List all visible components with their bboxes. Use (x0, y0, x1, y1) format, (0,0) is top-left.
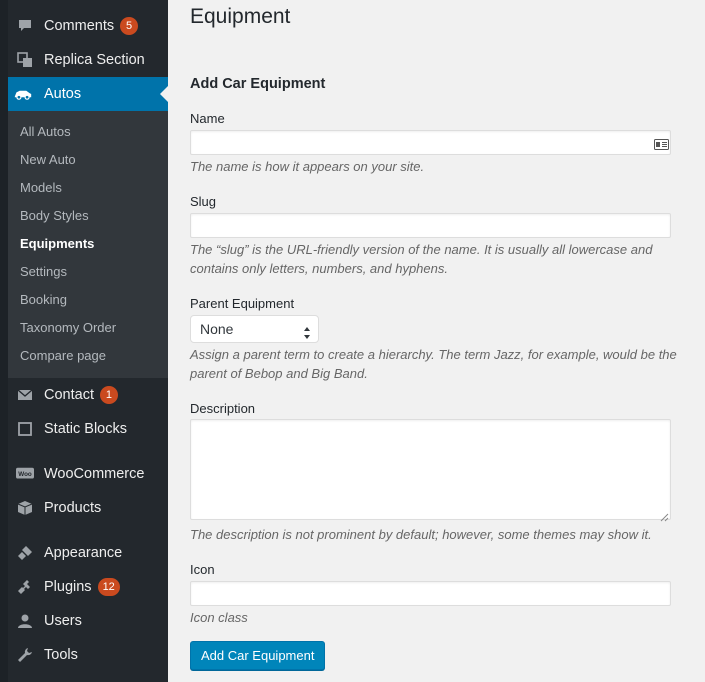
submenu-item-new-auto[interactable]: New Auto (20, 150, 76, 170)
brush-icon (16, 544, 34, 562)
slug-help-text: The “slug” is the URL-friendly version o… (190, 242, 653, 276)
box-icon (16, 499, 34, 517)
name-label: Name (190, 111, 225, 126)
slug-label: Slug (190, 194, 217, 209)
woo-icon: Woo (16, 465, 34, 483)
sidebar-item-label: Appearance (44, 545, 123, 561)
sidebar-item-contact[interactable]: Contact 1 (0, 378, 168, 412)
mail-icon (16, 386, 34, 404)
square-icon (16, 420, 34, 438)
menu-separator (8, 450, 168, 451)
parent-equipment-label: Parent Equipment (190, 296, 295, 311)
svg-text:Woo: Woo (18, 471, 32, 478)
admin-sidebar: Comments 5 Replica Section Autos All Auto… (0, 0, 168, 682)
contact-count-badge: 1 (99, 386, 118, 404)
icon-label: Icon (190, 562, 215, 577)
sidebar-item-label: Contact (44, 387, 94, 403)
description-textarea[interactable] (190, 419, 671, 522)
submenu-item-body-styles[interactable]: Body Styles (20, 206, 89, 226)
sidebar-item-tools[interactable]: Tools (0, 638, 168, 672)
main-content: Equipment Add Car Equipment Name The nam… (168, 0, 705, 682)
submenu-item-taxonomy-order[interactable]: Taxonomy Order (20, 318, 116, 338)
submenu-item-all-autos[interactable]: All Autos (20, 122, 71, 142)
contact-card-icon[interactable] (654, 137, 669, 150)
sidebar-item-products[interactable]: Products (0, 491, 168, 525)
sidebar-item-label: Plugins (44, 579, 92, 595)
sidebar-item-label: Autos (44, 86, 82, 102)
description-help-text: The description is not prominent by defa… (190, 527, 652, 542)
sidebar-item-label: WooCommerce (44, 466, 145, 482)
plugins-count-badge: 12 (97, 578, 120, 596)
parent-equipment-select[interactable]: None (190, 315, 319, 343)
add-car-equipment-button[interactable]: Add Car Equipment (190, 641, 326, 670)
comments-count-badge: 5 (120, 17, 139, 35)
sidebar-item-static-blocks[interactable]: Static Blocks (0, 412, 168, 446)
sidebar-item-comments[interactable]: Comments 5 (0, 9, 168, 43)
sidebar-item-label: Comments (44, 18, 115, 34)
sidebar-item-replica-section[interactable]: Replica Section (0, 43, 168, 77)
submenu-item-booking[interactable]: Booking (20, 290, 67, 310)
menu-separator (8, 529, 168, 530)
submenu-item-equipments[interactable]: Equipments (20, 234, 94, 254)
form-heading: Add Car Equipment (190, 76, 326, 92)
description-label: Description (190, 401, 256, 416)
page-title: Equipment (190, 5, 291, 28)
comment-icon (16, 17, 34, 35)
sidebar-item-label: Users (44, 613, 82, 629)
plugin-icon (16, 578, 34, 596)
icon-help-text: Icon class (190, 610, 248, 625)
parent-equipment-help-text: Assign a parent term to create a hierarc… (190, 347, 677, 381)
submenu-item-models[interactable]: Models (20, 178, 62, 198)
copy-icon (16, 51, 34, 69)
select-arrows-icon (303, 322, 311, 339)
sidebar-item-plugins[interactable]: Plugins 12 (0, 570, 168, 604)
sidebar-item-users[interactable]: Users (0, 604, 168, 638)
car-icon (14, 85, 32, 103)
sidebar-item-autos[interactable]: Autos (8, 77, 168, 111)
sidebar-item-label: Products (44, 500, 102, 516)
user-icon (16, 612, 34, 630)
icon-input[interactable] (190, 581, 671, 606)
sidebar-item-appearance[interactable]: Appearance (0, 536, 168, 570)
parent-equipment-selected: None (200, 321, 234, 337)
name-help-text: The name is how it appears on your site. (190, 159, 425, 174)
sidebar-item-label: Tools (44, 647, 78, 663)
autos-submenu: All Autos New Auto Models Body Styles Eq… (8, 111, 168, 378)
wrench-icon (16, 646, 34, 664)
slug-input[interactable] (190, 213, 671, 238)
active-indicator-arrow (160, 86, 168, 102)
submenu-item-settings[interactable]: Settings (20, 262, 67, 282)
sidebar-item-label: Replica Section (44, 52, 145, 68)
resize-handle-icon[interactable] (660, 509, 669, 522)
sidebar-item-woocommerce[interactable]: Woo WooCommerce (0, 457, 168, 491)
submenu-item-compare-page[interactable]: Compare page (20, 346, 106, 366)
name-input[interactable] (190, 130, 671, 155)
sidebar-item-label: Static Blocks (44, 421, 127, 437)
